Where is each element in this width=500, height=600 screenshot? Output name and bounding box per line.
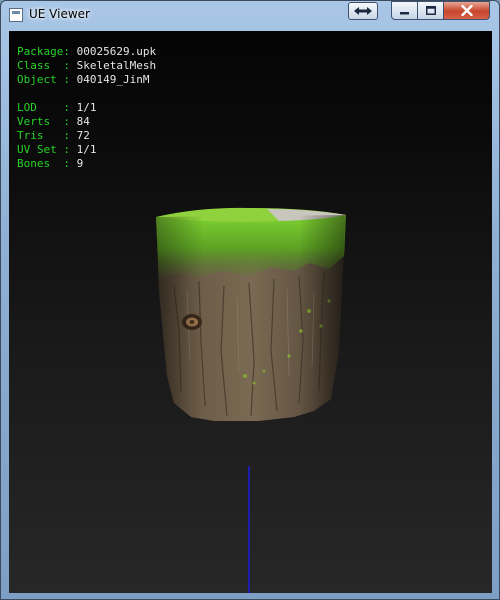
- maximize-icon: [425, 6, 436, 15]
- tree-stump-mesh: [156, 207, 346, 421]
- window-title: UE Viewer: [29, 7, 90, 21]
- swap-icon: [354, 7, 372, 15]
- app-window: UE Viewer Package: 00025629.upk Class: …: [0, 0, 500, 600]
- close-icon: [460, 5, 473, 16]
- minimize-button[interactable]: [391, 1, 418, 20]
- maximize-button[interactable]: [418, 1, 444, 20]
- app-icon[interactable]: [9, 8, 23, 22]
- window-controls: [391, 1, 490, 20]
- swap-button[interactable]: [348, 2, 378, 20]
- minimize-icon: [399, 11, 409, 14]
- close-button[interactable]: [444, 1, 490, 20]
- render-viewport[interactable]: Package: 00025629.upk Class : SkeletalMe…: [9, 31, 492, 593]
- mesh-render: [156, 207, 346, 593]
- title-bar[interactable]: UE Viewer: [1, 1, 499, 31]
